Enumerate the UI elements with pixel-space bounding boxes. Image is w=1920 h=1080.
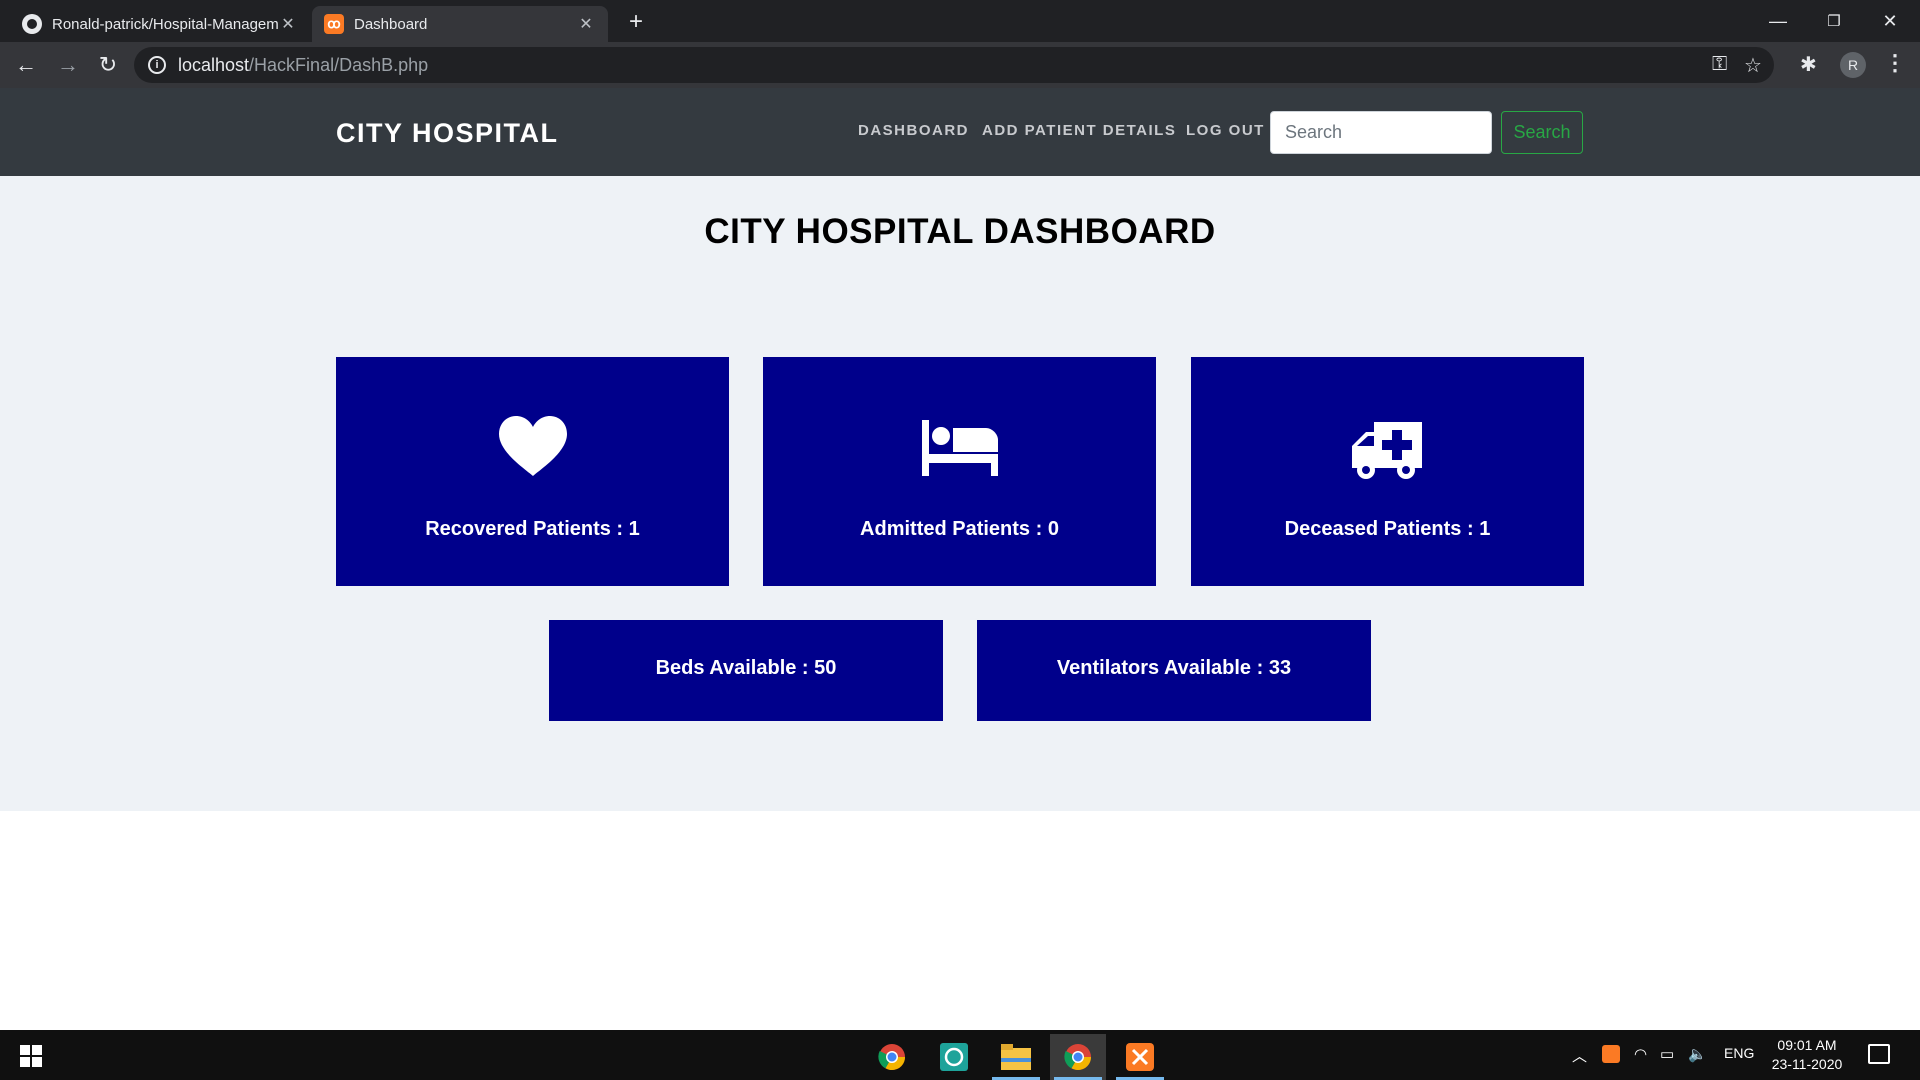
site-navbar: CITY HOSPITAL DASHBOARD ADD PATIENT DETA…: [0, 88, 1920, 176]
bed-icon: [921, 420, 998, 476]
tab-dashboard[interactable]: ꝏ Dashboard ✕: [312, 6, 608, 42]
ventilators-available-card: Ventilators Available : 33: [977, 620, 1371, 721]
address-bar[interactable]: i localhost/HackFinal/DashB.php ⚿ ☆: [134, 47, 1774, 83]
info-icon[interactable]: i: [148, 56, 166, 74]
menu-icon[interactable]: ⋮: [1884, 50, 1906, 76]
beds-available-card: Beds Available : 50: [549, 620, 943, 721]
ambulance-icon: [1351, 422, 1422, 479]
dashboard-main: CITY HOSPITAL DASHBOARD Recovered Patien…: [0, 176, 1920, 811]
tray-xampp-icon[interactable]: [1602, 1045, 1620, 1067]
wifi-icon[interactable]: ◠: [1634, 1045, 1647, 1063]
admitted-patients-label: Admitted Patients : 0: [860, 518, 1059, 540]
taskbar-chrome-active-icon[interactable]: [1050, 1034, 1106, 1080]
nav-link-dashboard[interactable]: DASHBOARD: [858, 122, 969, 139]
ventilators-available-label: Ventilators Available : 33: [1056, 657, 1292, 679]
language-indicator[interactable]: ENG: [1724, 1045, 1754, 1061]
admitted-patients-card: Admitted Patients : 0: [763, 357, 1156, 586]
battery-icon[interactable]: ▭: [1660, 1045, 1674, 1063]
browser-titlebar: Ronald-patrick/Hospital-Management ✕ ꝏ D…: [0, 0, 1920, 42]
minimize-icon[interactable]: ―: [1750, 0, 1806, 42]
taskbar-file-explorer-icon[interactable]: [988, 1034, 1044, 1080]
taskbar-chrome-icon[interactable]: [864, 1034, 920, 1080]
profile-avatar[interactable]: R: [1840, 52, 1866, 78]
close-icon[interactable]: ✕: [278, 14, 298, 34]
nav-link-log-out[interactable]: LOG OUT: [1186, 122, 1265, 139]
restore-icon[interactable]: ❐: [1806, 0, 1862, 42]
url-text[interactable]: localhost/HackFinal/DashB.php: [178, 55, 428, 76]
new-tab-icon[interactable]: +: [622, 8, 650, 36]
star-icon[interactable]: ☆: [1744, 53, 1762, 78]
windows-start-icon[interactable]: [20, 1045, 42, 1067]
taskbar-whatsapp-icon[interactable]: [926, 1034, 982, 1080]
brand-logo[interactable]: CITY HOSPITAL: [336, 118, 559, 149]
windows-taskbar: ︿ ◠ ▭ 🔈 ENG 09:01 AM 23-11-2020: [0, 1030, 1920, 1080]
notification-center-icon[interactable]: [1868, 1044, 1890, 1064]
nav-link-add-patient-details[interactable]: ADD PATIENT DETAILS: [982, 122, 1176, 139]
recovered-patients-card: Recovered Patients : 1: [336, 357, 729, 586]
window-close-icon[interactable]: ✕: [1862, 0, 1918, 42]
reload-icon[interactable]: ↻: [92, 49, 124, 81]
volume-icon[interactable]: 🔈: [1688, 1045, 1707, 1063]
page-title: CITY HOSPITAL DASHBOARD: [704, 212, 1216, 251]
heart-icon: [498, 416, 567, 476]
browser-toolbar: ← → ↻ i localhost/HackFinal/DashB.php ⚿ …: [0, 42, 1920, 88]
beds-available-label: Beds Available : 50: [655, 657, 837, 679]
key-icon[interactable]: ⚿: [1712, 53, 1727, 76]
clock-date: 23-11-2020: [1771, 1056, 1843, 1072]
clock-time: 09:01 AM: [1777, 1037, 1837, 1053]
github-icon: [22, 14, 42, 34]
system-clock[interactable]: 09:01 AM 23-11-2020: [1762, 1036, 1852, 1074]
search-button[interactable]: Search: [1501, 111, 1583, 154]
search-input[interactable]: [1270, 111, 1492, 154]
back-icon[interactable]: ←: [10, 49, 42, 81]
deceased-patients-label: Deceased Patients : 1: [1284, 518, 1491, 540]
taskbar-xampp-icon[interactable]: [1112, 1034, 1168, 1080]
recovered-patients-label: Recovered Patients : 1: [425, 518, 640, 540]
tab-github[interactable]: Ronald-patrick/Hospital-Management ✕: [10, 6, 310, 42]
close-icon[interactable]: ✕: [576, 14, 596, 34]
forward-icon[interactable]: →: [52, 49, 84, 81]
tray-expand-icon[interactable]: ︿: [1572, 1045, 1587, 1066]
tab-title: Dashboard: [354, 15, 428, 33]
extensions-icon[interactable]: ✱: [1800, 52, 1817, 77]
xampp-icon: ꝏ: [324, 14, 344, 34]
deceased-patients-card: Deceased Patients : 1: [1191, 357, 1584, 586]
tab-title: Ronald-patrick/Hospital-Management: [52, 15, 278, 33]
